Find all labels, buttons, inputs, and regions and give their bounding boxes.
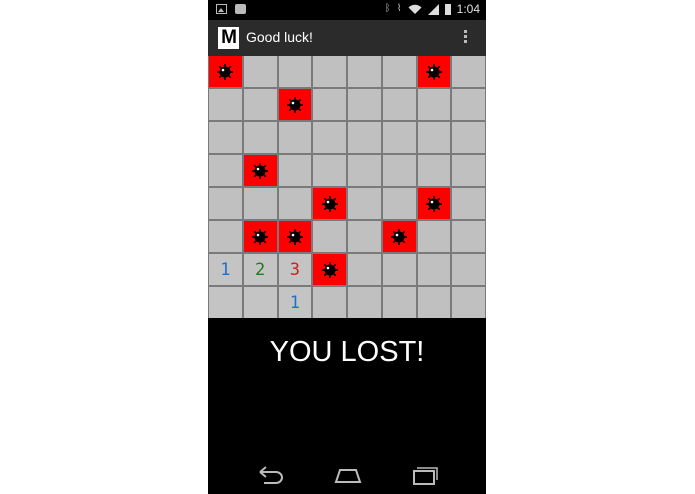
cell-mine[interactable]: [278, 89, 312, 120]
cell-hidden[interactable]: [348, 254, 381, 285]
cell-hidden[interactable]: [452, 287, 485, 318]
cell-revealed[interactable]: [243, 287, 277, 318]
cell-hidden[interactable]: [209, 221, 242, 252]
cell-hidden[interactable]: [313, 287, 346, 318]
cell-hidden[interactable]: [382, 155, 416, 186]
cell-hidden[interactable]: [348, 287, 381, 318]
cell-hidden[interactable]: [278, 56, 312, 87]
cell-hidden[interactable]: [348, 221, 381, 252]
cell-number[interactable]: 1: [278, 287, 312, 318]
app-title: Good luck!: [246, 29, 313, 45]
cell-hidden[interactable]: [348, 155, 381, 186]
mine-icon: [252, 228, 269, 245]
mine-icon: [217, 63, 234, 80]
cell-hidden[interactable]: [382, 254, 416, 285]
bluetooth-icon: ᛒ: [384, 3, 391, 14]
cell-hidden[interactable]: [417, 122, 451, 153]
status-bar: ᛒ ⌇ 1:04: [208, 0, 486, 20]
clock: 1:04: [456, 2, 480, 16]
cell-hidden[interactable]: [313, 221, 346, 252]
cell-mine[interactable]: [313, 254, 346, 285]
home-icon[interactable]: [332, 464, 364, 486]
cell-hidden[interactable]: [417, 287, 451, 318]
battery-icon: [444, 3, 451, 15]
cell-hidden[interactable]: [278, 122, 312, 153]
cell-mine[interactable]: [243, 155, 277, 186]
cell-hidden[interactable]: [452, 56, 485, 87]
cell-hidden[interactable]: [382, 287, 416, 318]
overflow-menu-icon[interactable]: [464, 30, 468, 45]
cell-number[interactable]: 2: [243, 254, 277, 285]
navigation-bar: [208, 454, 486, 494]
wifi-icon: [408, 4, 422, 14]
cell-hidden[interactable]: [417, 221, 451, 252]
cell-hidden[interactable]: [417, 254, 451, 285]
cell-mine[interactable]: [313, 188, 346, 219]
mine-icon: [321, 195, 338, 212]
cell-hidden[interactable]: [348, 89, 381, 120]
game-result-message: YOU LOST!: [269, 336, 425, 368]
cell-hidden[interactable]: [417, 89, 451, 120]
cell-hidden[interactable]: [348, 56, 381, 87]
cell-number-label: 3: [289, 259, 300, 280]
cell-mine[interactable]: [243, 221, 277, 252]
cell-hidden[interactable]: [278, 188, 312, 219]
cell-hidden[interactable]: [313, 89, 346, 120]
action-bar: M Good luck!: [208, 20, 486, 56]
cell-mine[interactable]: [417, 188, 451, 219]
cell-number[interactable]: 3: [278, 254, 312, 285]
cell-hidden[interactable]: [313, 122, 346, 153]
cell-hidden[interactable]: [382, 188, 416, 219]
cell-hidden[interactable]: [348, 122, 381, 153]
cell-hidden[interactable]: [243, 188, 277, 219]
cell-hidden[interactable]: [382, 89, 416, 120]
cell-revealed[interactable]: [209, 287, 242, 318]
cell-hidden[interactable]: [313, 155, 346, 186]
cell-hidden[interactable]: [452, 188, 485, 219]
cell-hidden[interactable]: [243, 122, 277, 153]
cell-hidden[interactable]: [209, 188, 242, 219]
cell-hidden[interactable]: [382, 122, 416, 153]
cell-hidden[interactable]: [452, 155, 485, 186]
cell-hidden[interactable]: [278, 155, 312, 186]
phone-screen: ᛒ ⌇ 1:04 M Good luck! 1 2 3 1 YOU LOST!: [208, 0, 486, 494]
mine-icon: [391, 228, 408, 245]
cell-mine[interactable]: [382, 221, 416, 252]
cell-number-label: 1: [289, 292, 300, 313]
mine-icon: [425, 63, 442, 80]
cell-hidden[interactable]: [209, 122, 242, 153]
cell-mine[interactable]: [209, 56, 242, 87]
cell-hidden[interactable]: [452, 122, 485, 153]
cell-hidden[interactable]: [243, 56, 277, 87]
cell-hidden[interactable]: [417, 155, 451, 186]
cell-number-label: 1: [220, 259, 231, 280]
cell-hidden[interactable]: [452, 89, 485, 120]
mine-icon: [286, 228, 303, 245]
mine-icon: [252, 162, 269, 179]
mine-icon: [286, 96, 303, 113]
cell-hidden[interactable]: [313, 56, 346, 87]
cell-hidden[interactable]: [452, 221, 485, 252]
vibrate-icon: ⌇: [396, 3, 402, 14]
cell-hidden[interactable]: [382, 56, 416, 87]
cell-mine[interactable]: [278, 221, 312, 252]
mine-icon: [425, 195, 442, 212]
cell-hidden[interactable]: [243, 89, 277, 120]
cell-hidden[interactable]: [209, 89, 242, 120]
app-logo-icon[interactable]: M: [218, 27, 239, 49]
cell-number-label: 2: [255, 259, 266, 280]
recent-apps-icon[interactable]: [408, 464, 440, 486]
mine-icon: [321, 261, 338, 278]
cell-mine[interactable]: [417, 56, 451, 87]
bbm-notification-icon: [235, 4, 246, 14]
gallery-notification-icon: [216, 4, 227, 14]
cell-hidden[interactable]: [452, 254, 485, 285]
back-icon[interactable]: [254, 464, 286, 486]
cell-hidden[interactable]: [209, 155, 242, 186]
cell-hidden[interactable]: [348, 188, 381, 219]
cell-number[interactable]: 1: [209, 254, 242, 285]
signal-icon: [427, 3, 439, 15]
minefield-grid[interactable]: 1 2 3 1: [208, 56, 486, 318]
